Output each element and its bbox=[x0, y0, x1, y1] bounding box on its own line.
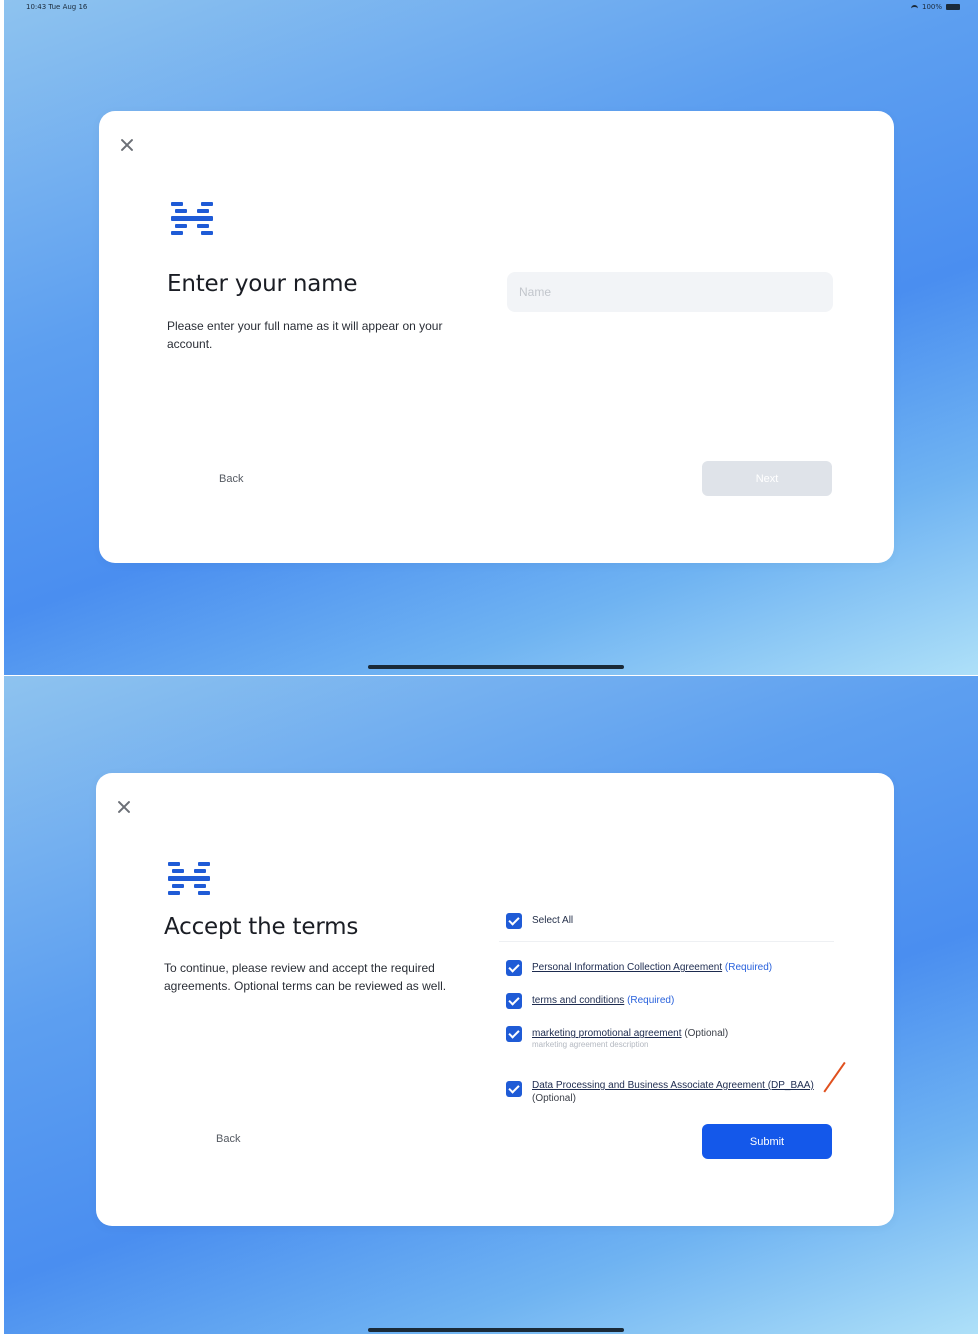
back-button[interactable]: Back bbox=[219, 473, 243, 485]
select-all-checkbox[interactable] bbox=[506, 913, 522, 929]
screen-accept-terms: Accept the terms To continue, please rev… bbox=[4, 676, 978, 1334]
next-button[interactable]: Next bbox=[702, 461, 832, 496]
wifi-icon bbox=[910, 4, 918, 10]
home-indicator bbox=[368, 1328, 624, 1332]
term-link[interactable]: terms and conditions bbox=[532, 995, 624, 1006]
close-icon[interactable] bbox=[119, 137, 135, 153]
battery-icon bbox=[946, 4, 960, 10]
battery-percent: 100% bbox=[921, 3, 942, 11]
status-time: 10:43 Tue Aug 16 bbox=[26, 3, 88, 11]
select-all-label: Select All bbox=[532, 915, 574, 926]
required-tag: (Required) bbox=[724, 962, 773, 973]
submit-button[interactable]: Submit bbox=[702, 1124, 832, 1159]
back-button[interactable]: Back bbox=[216, 1133, 240, 1145]
modal-card: Accept the terms To continue, please rev… bbox=[96, 773, 894, 1226]
status-indicators: 100% bbox=[910, 3, 960, 11]
page-title: Enter your name bbox=[167, 271, 358, 297]
term-link[interactable]: Personal Information Collection Agreemen… bbox=[532, 962, 722, 973]
term-checkbox[interactable] bbox=[506, 993, 522, 1009]
optional-tag: (Optional) bbox=[532, 1093, 576, 1104]
tap-indicator bbox=[823, 1061, 846, 1093]
home-indicator bbox=[368, 665, 624, 669]
term-checkbox[interactable] bbox=[506, 960, 522, 976]
close-icon[interactable] bbox=[116, 799, 132, 815]
term-link[interactable]: marketing promotional agreement bbox=[532, 1028, 682, 1039]
logo-icon bbox=[168, 862, 210, 895]
term-checkbox[interactable] bbox=[506, 1081, 522, 1097]
required-tag: (Required) bbox=[627, 995, 675, 1006]
page-description: To continue, please review and accept th… bbox=[164, 961, 447, 993]
term-checkbox[interactable] bbox=[506, 1026, 522, 1042]
term-subtext: marketing agreement description bbox=[532, 1040, 649, 1049]
screen-enter-name: 10:43 Tue Aug 16 100% Enter your name Pl… bbox=[4, 0, 978, 675]
page-title: Accept the terms bbox=[164, 914, 359, 940]
name-input[interactable] bbox=[507, 272, 833, 312]
page-description: Please enter your full name as it will a… bbox=[167, 319, 443, 351]
modal-card: Enter your name Please enter your full n… bbox=[99, 111, 894, 563]
optional-tag: (Optional) bbox=[684, 1028, 729, 1039]
divider bbox=[499, 941, 834, 942]
logo-icon bbox=[171, 202, 213, 235]
status-bar: 10:43 Tue Aug 16 100% bbox=[26, 3, 960, 15]
term-link[interactable]: Data Processing and Business Associate A… bbox=[532, 1080, 814, 1091]
